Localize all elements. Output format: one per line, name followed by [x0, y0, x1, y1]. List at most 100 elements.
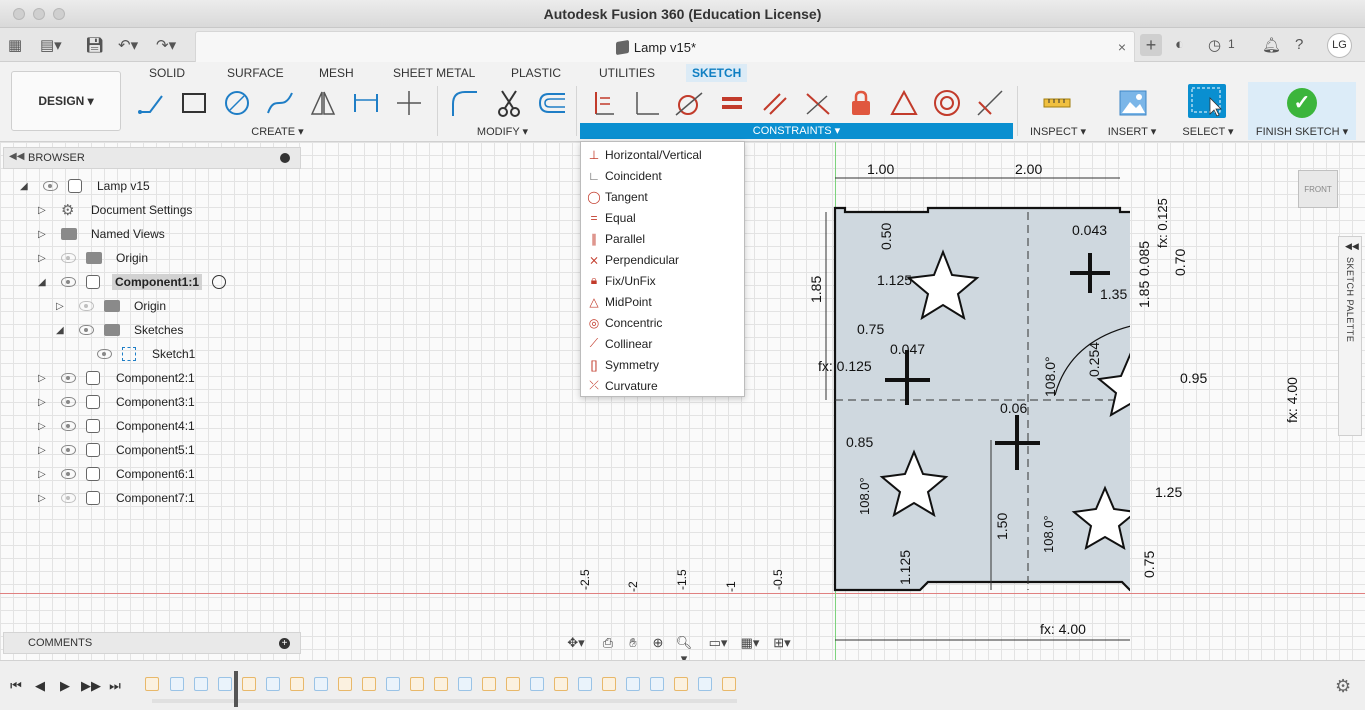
dimension-label[interactable]: 0.85	[846, 434, 873, 450]
tangent-constraint-icon[interactable]	[672, 87, 706, 119]
menu-item-tangent[interactable]: ◯ Tangent	[581, 186, 744, 207]
tab-plastic[interactable]: PLASTIC	[505, 64, 567, 82]
dimension-label[interactable]: 0.95	[1180, 370, 1207, 386]
timeline-feature[interactable]	[362, 677, 376, 691]
dimension-label[interactable]: 1.00	[867, 161, 894, 177]
tab-sheet-metal[interactable]: SHEET METAL	[387, 64, 481, 82]
sketch-palette-tab[interactable]: ◀◀ SKETCH PALETTE	[1338, 236, 1362, 436]
avatar[interactable]: LG	[1327, 33, 1352, 58]
step-back-icon[interactable]: ◀	[31, 678, 49, 694]
menu-item-coincident[interactable]: ∟ Coincident	[581, 165, 744, 186]
extensions-icon[interactable]: ◐	[1175, 36, 1184, 53]
go-to-end-icon[interactable]: ⏭	[106, 678, 124, 694]
tree-item-sketches[interactable]: ◢ Sketches	[0, 319, 300, 341]
fix-unfix-lock-icon[interactable]	[844, 87, 878, 119]
add-comment-icon[interactable]: +	[279, 638, 290, 649]
rectangle-tool-icon[interactable]	[177, 87, 211, 119]
menu-item-curvature[interactable]: ⤫ Curvature	[581, 375, 744, 396]
menu-item-concentric[interactable]: ◎ Concentric	[581, 312, 744, 333]
redo-icon[interactable]: ↷▾	[156, 35, 176, 55]
tree-item-component6[interactable]: ▷ Component6:1	[0, 463, 300, 485]
dimension-label[interactable]: 1.25	[1155, 484, 1182, 500]
menu-item-collinear[interactable]: ⟋ Collinear	[581, 333, 744, 354]
notifications-bell-icon[interactable]: 🔔︎	[1262, 36, 1281, 54]
timeline-feature[interactable]	[626, 677, 640, 691]
help-icon[interactable]: ?	[1295, 36, 1303, 53]
expand-palette-icon[interactable]: ◀◀	[1345, 241, 1359, 252]
dimension-label[interactable]: 0.75	[857, 321, 884, 337]
constraints-menu[interactable]: CONSTRAINTS ▾	[580, 123, 1013, 139]
expand-triangle-icon[interactable]: ▷	[38, 469, 46, 480]
modify-menu[interactable]: MODIFY ▾	[460, 125, 545, 140]
expand-triangle-icon[interactable]: ◢	[38, 277, 46, 288]
fit-zoom-icon[interactable]: 🔍︎▾	[673, 635, 695, 666]
tree-item-sketch1[interactable]: Sketch1	[0, 343, 300, 365]
tree-item-component7[interactable]: ▷ Component7:1	[0, 487, 300, 509]
line-tool-icon[interactable]	[134, 87, 168, 119]
select-menu[interactable]: SELECT ▾	[1180, 125, 1236, 140]
tree-item-component5[interactable]: ▷ Component5:1	[0, 439, 300, 461]
dimension-label[interactable]: 1.50	[994, 513, 1010, 540]
workspace-switcher-button[interactable]: DESIGN ▾	[11, 71, 121, 131]
timeline-feature[interactable]	[506, 677, 520, 691]
tree-item-component2[interactable]: ▷ Component2:1	[0, 367, 300, 389]
expand-triangle-icon[interactable]: ◢	[20, 181, 28, 192]
fillet-tool-icon[interactable]	[447, 87, 481, 119]
offset-tool-icon[interactable]	[535, 87, 569, 119]
visibility-eye-icon[interactable]	[43, 181, 58, 191]
dimension-label[interactable]: 0.75	[1141, 551, 1157, 578]
dimension-tool-icon[interactable]	[349, 87, 383, 119]
expand-triangle-icon[interactable]: ◢	[56, 325, 64, 336]
save-icon[interactable]: 💾︎	[85, 35, 104, 55]
timeline-feature[interactable]	[698, 677, 712, 691]
coincident-constraint-icon[interactable]	[629, 87, 663, 119]
spline-tool-icon[interactable]	[263, 87, 297, 119]
visibility-eye-icon[interactable]	[61, 397, 76, 407]
timeline-feature[interactable]	[218, 677, 232, 691]
expand-triangle-icon[interactable]: ▷	[38, 421, 46, 432]
timeline-marker[interactable]	[234, 671, 238, 707]
app-grid-icon[interactable]: ▦	[8, 35, 22, 55]
close-tab-icon[interactable]: ×	[1118, 39, 1126, 55]
display-settings-icon[interactable]: ▭▾	[707, 635, 729, 653]
dimension-label[interactable]: fx: 0.125	[1155, 198, 1170, 248]
expand-triangle-icon[interactable]: ▷	[38, 397, 46, 408]
tab-mesh[interactable]: MESH	[313, 64, 360, 82]
timeline-settings-gear-icon[interactable]: ⚙	[1335, 676, 1351, 697]
expand-triangle-icon[interactable]: ▷	[56, 301, 64, 312]
perpendicular-constraint-icon[interactable]	[801, 87, 835, 119]
viewports-icon[interactable]: ⊞▾	[771, 635, 793, 653]
activate-component-radio-icon[interactable]	[212, 275, 226, 289]
go-to-start-icon[interactable]: ⏮	[7, 678, 25, 694]
menu-item-horizontal-vertical[interactable]: ⊥ Horizontal/Vertical	[581, 144, 744, 165]
timeline-feature[interactable]	[314, 677, 328, 691]
grid-settings-icon[interactable]: ▦▾	[739, 635, 761, 653]
timeline-feature[interactable]	[578, 677, 592, 691]
dimension-label[interactable]: 108.0°	[1042, 356, 1058, 397]
dimension-label[interactable]: 1.125	[877, 272, 912, 288]
dimension-label[interactable]: 0.043	[1072, 222, 1107, 238]
new-tab-button[interactable]: +	[1140, 34, 1162, 56]
dimension-label[interactable]: fx: 4.00	[1284, 377, 1300, 423]
timeline-feature[interactable]	[674, 677, 688, 691]
timeline-feature[interactable]	[170, 677, 184, 691]
tree-item-root[interactable]: ◢ Lamp v15	[0, 175, 300, 197]
tab-utilities[interactable]: UTILITIES	[593, 64, 661, 82]
mirror-tool-icon[interactable]	[306, 87, 340, 119]
expand-triangle-icon[interactable]: ▷	[38, 253, 46, 264]
expand-triangle-icon[interactable]: ▷	[38, 493, 46, 504]
timeline-feature[interactable]	[602, 677, 616, 691]
comments-panel-header[interactable]: COMMENTS +	[3, 632, 301, 654]
timeline-feature[interactable]	[194, 677, 208, 691]
timeline-feature[interactable]	[434, 677, 448, 691]
timeline-feature[interactable]	[482, 677, 496, 691]
view-cube[interactable]: FRONT	[1298, 170, 1338, 208]
look-at-icon[interactable]: ⎙	[597, 635, 619, 653]
insert-image-icon[interactable]	[1116, 87, 1150, 119]
tree-item-component4[interactable]: ▷ Component4:1	[0, 415, 300, 437]
visibility-eye-icon[interactable]	[61, 421, 76, 431]
dimension-label[interactable]: 0.06	[1000, 400, 1027, 416]
expand-triangle-icon[interactable]: ▷	[38, 229, 46, 240]
menu-item-equal[interactable]: = Equal	[581, 207, 744, 228]
select-window-icon[interactable]	[1188, 84, 1226, 118]
